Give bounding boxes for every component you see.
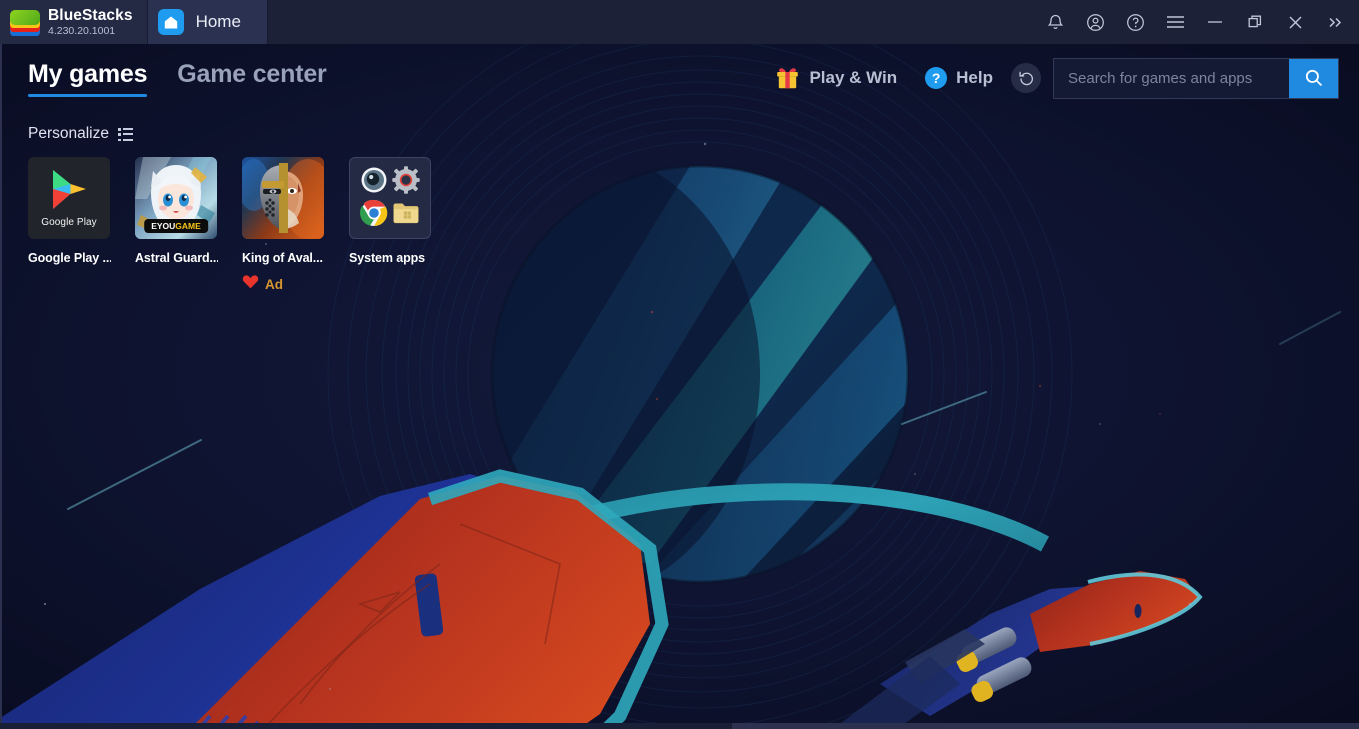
menu-icon[interactable] [1155,0,1195,44]
tab-game-center[interactable]: Game center [177,60,326,97]
tab-my-games-label: My games [28,59,148,88]
app-tile-king-of-avalon: King of Aval... Ad [242,157,325,294]
brand-block: BlueStacks 4.230.20.1001 [0,0,147,44]
tab-my-games[interactable]: My games [28,59,148,97]
question-mark-badge-icon: ? [925,67,948,89]
play-and-win-button[interactable]: Play & Win [761,66,911,90]
brand-name: BlueStacks [48,6,133,24]
app-tile-google-play: Google Play Google Play ... [28,157,111,265]
ad-label: Ad [265,276,283,292]
grid-layout-icon[interactable] [118,127,133,141]
main-tabs: My games Game center [0,60,327,97]
search-input[interactable] [1054,58,1289,98]
app-version: 4.230.20.1001 [48,25,116,37]
bluestacks-logo-icon [10,8,40,36]
minimize-icon[interactable] [1195,0,1235,44]
tab-game-center-label: Game center [177,59,327,88]
app-name: System apps [349,251,426,265]
app-tile-astral-guardian: EYOUGAME Astral Guard... [135,157,218,265]
help-icon[interactable] [1115,0,1155,44]
king-of-avalon-icon[interactable] [242,157,324,239]
notifications-icon[interactable] [1035,0,1075,44]
media-manager-folder-icon [392,200,420,231]
account-icon[interactable] [1075,0,1115,44]
app-name: King of Aval... [242,251,323,265]
restore-icon[interactable] [1235,0,1275,44]
window-controls [1035,0,1359,44]
personalize-label: Personalize [28,125,109,142]
house-icon [157,9,184,35]
close-icon[interactable] [1275,0,1315,44]
camera-icon [360,166,388,199]
gift-icon [775,66,800,90]
header-actions: Play & Win ? Help [761,57,1359,99]
play-and-win-label: Play & Win [809,68,898,87]
google-play-icon[interactable]: Google Play [28,157,110,239]
expand-more-icon[interactable] [1315,0,1355,44]
personalize-row: Personalize [0,112,1359,143]
astral-guardian-icon[interactable]: EYOUGAME [135,157,217,239]
chrome-icon [360,199,388,232]
system-apps-folder-icon[interactable] [349,157,431,239]
publisher-badge: EYOUGAME [144,219,208,233]
help-button[interactable]: ? Help [911,67,1007,89]
app-name: Astral Guard... [135,251,218,265]
app-name: Google Play ... [28,251,111,265]
publisher-badge-white: EYOU [151,221,176,231]
main-content: Personalize Google Play Google Play ... … [0,112,1359,294]
ad-badge: Ad [242,274,325,294]
scrollbar-thumb[interactable] [0,723,732,729]
window-tab-home[interactable]: Home [146,0,268,44]
window-tab-home-label: Home [195,12,241,31]
title-bar: BlueStacks 4.230.20.1001 Home [0,0,1359,44]
settings-gear-icon [392,166,420,199]
left-window-border [0,44,2,729]
help-label: Help [956,68,993,87]
app-tile-system-apps: System apps [349,157,432,265]
apps-grid: Google Play Google Play ... EYOUGAME Ast… [0,143,1359,294]
google-play-tile-label: Google Play [41,217,97,228]
rotate-ccw-icon[interactable] [1011,63,1041,93]
heart-icon [242,274,259,294]
search-button[interactable] [1289,58,1338,98]
horizontal-scrollbar[interactable] [0,723,1359,729]
publisher-badge-yellow: GAME [175,221,201,231]
titlebar-spacer [268,0,1035,44]
page-header: My games Game center Play & Win ? Help S… [0,44,1359,112]
search-box[interactable] [1053,57,1339,99]
app-body: My games Game center Play & Win ? Help S… [0,44,1359,729]
